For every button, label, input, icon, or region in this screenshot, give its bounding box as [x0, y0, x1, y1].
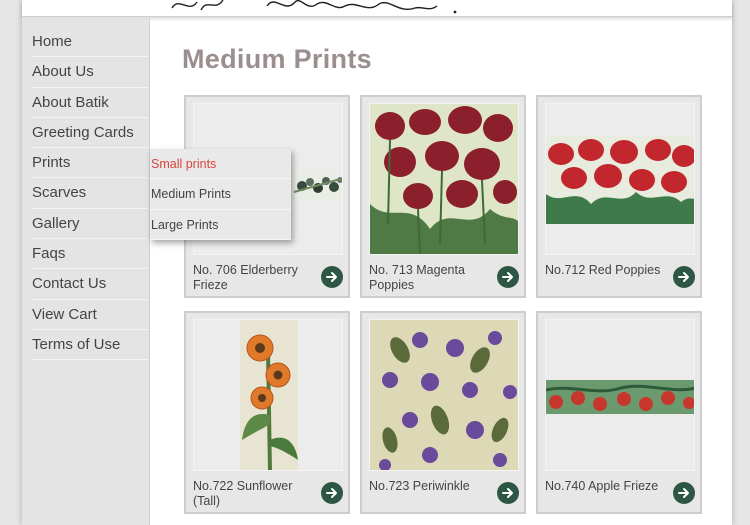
page-title: Medium Prints: [182, 44, 372, 74]
product-thumbnail[interactable]: [193, 319, 343, 471]
view-product-button[interactable]: [673, 482, 695, 504]
arrow-right-icon: [502, 272, 513, 282]
view-product-button[interactable]: [321, 266, 343, 288]
nav-item-about-batik[interactable]: About Batik: [32, 88, 148, 118]
nav-item-faqs[interactable]: Faqs: [32, 239, 148, 270]
product-thumbnail[interactable]: [369, 319, 519, 471]
product-thumbnail[interactable]: [545, 319, 695, 471]
product-caption[interactable]: No. 706 Elderberry Frieze: [193, 263, 311, 293]
view-product-button[interactable]: [497, 482, 519, 504]
nav-item-home[interactable]: Home: [32, 27, 148, 58]
arrow-right-icon: [326, 272, 337, 282]
nav-item-greeting-cards[interactable]: Greeting Cards: [32, 118, 148, 149]
product-caption[interactable]: No.740 Apple Frieze: [545, 479, 663, 494]
nav-item-scarves[interactable]: Scarves: [32, 178, 148, 209]
arrow-right-icon: [678, 488, 689, 498]
nav-item-about-us[interactable]: About Us: [32, 57, 148, 88]
prints-submenu: Small prints Medium Prints Large Prints: [150, 149, 291, 240]
nav-item-contact-us[interactable]: Contact Us: [32, 269, 148, 300]
sidebar-nav: Home About Us About Batik Greeting Cards…: [22, 18, 150, 525]
product-caption[interactable]: No.712 Red Poppies: [545, 263, 663, 278]
arrow-right-icon: [326, 488, 337, 498]
arrow-right-icon: [678, 272, 689, 282]
nav-item-view-cart[interactable]: View Cart: [32, 300, 148, 330]
submenu-item-large-prints[interactable]: Large Prints: [150, 210, 291, 240]
header-banner: [22, 0, 732, 17]
page-container: Home About Us About Batik Greeting Cards…: [22, 0, 732, 525]
view-product-button[interactable]: [497, 266, 519, 288]
view-product-button[interactable]: [673, 266, 695, 288]
product-caption[interactable]: No.723 Periwinkle: [369, 479, 487, 494]
arrow-right-icon: [502, 488, 513, 498]
product-card-apple-frieze[interactable]: No.740 Apple Frieze: [536, 311, 702, 514]
product-card-periwinkle[interactable]: No.723 Periwinkle: [360, 311, 526, 514]
view-product-button[interactable]: [321, 482, 343, 504]
submenu-item-medium-prints[interactable]: Medium Prints: [150, 179, 291, 210]
product-thumbnail[interactable]: [545, 103, 695, 255]
submenu-item-small-prints[interactable]: Small prints: [150, 149, 291, 180]
product-card-sunflower-tall[interactable]: No.722 Sunflower (Tall): [184, 311, 350, 514]
main-nav-list: Home About Us About Batik Greeting Cards…: [22, 18, 149, 361]
nav-item-terms-of-use[interactable]: Terms of Use: [32, 330, 148, 361]
product-card-red-poppies[interactable]: No.712 Red Poppies: [536, 95, 702, 298]
signature-logo[interactable]: [167, 0, 467, 17]
product-caption[interactable]: No. 713 Magenta Poppies: [369, 263, 487, 293]
product-card-magenta-poppies[interactable]: No. 713 Magenta Poppies: [360, 95, 526, 298]
nav-item-prints[interactable]: Prints: [32, 148, 148, 179]
product-caption[interactable]: No.722 Sunflower (Tall): [193, 479, 311, 509]
product-thumbnail[interactable]: [369, 103, 519, 255]
nav-item-gallery[interactable]: Gallery: [32, 209, 148, 240]
